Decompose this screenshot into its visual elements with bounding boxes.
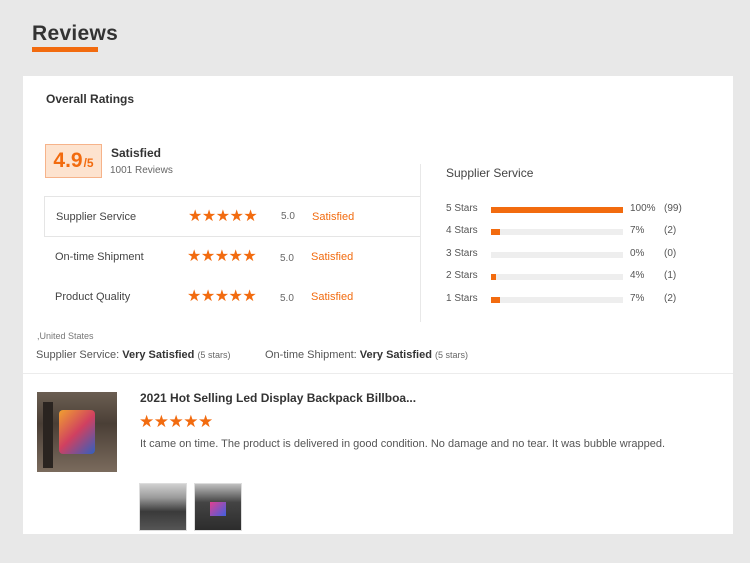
summary-value: Very Satisfied <box>122 349 195 361</box>
metric-status: Satisfied <box>311 291 354 303</box>
star-label: 1 Stars <box>446 293 478 304</box>
metric-status: Satisfied <box>311 251 354 263</box>
review-supplier-service-summary: Supplier Service: Very Satisfied (5 star… <box>36 349 230 361</box>
rating-metrics: Supplier Service ★★★★★ 5.0 Satisfied On-… <box>44 196 420 321</box>
star-percent: 4% <box>630 270 645 281</box>
metric-label: On-time Shipment <box>55 251 144 263</box>
review-shipment-summary: On-time Shipment: Very Satisfied (5 star… <box>265 349 468 361</box>
star-label: 5 Stars <box>446 203 478 214</box>
distribution-bar-fill <box>491 274 497 280</box>
star-distribution-row: 3 Stars 0% (0) <box>446 248 716 262</box>
star-distribution-row: 5 Stars 100% (99) <box>446 203 716 217</box>
star-count: (2) <box>664 225 677 236</box>
metric-score: 5.0 <box>280 293 294 304</box>
star-percent: 100% <box>630 203 656 214</box>
overall-score: 4.9 <box>53 149 83 172</box>
reviews-card: Overall Ratings 4.9 /5 Satisfied 1001 Re… <box>23 76 733 534</box>
reviewer-location: ,United States <box>37 331 94 341</box>
star-percent: 7% <box>630 225 645 236</box>
metric-score: 5.0 <box>280 253 294 264</box>
distribution-bar-fill <box>491 207 623 213</box>
review-text: It came on time. The product is delivere… <box>140 438 666 450</box>
star-percent: 7% <box>630 293 645 304</box>
metric-row-product-quality: Product Quality ★★★★★ 5.0 Satisfied <box>44 277 420 317</box>
review-star-rating-icon: ★★★★★ <box>139 412 213 431</box>
overall-score-suffix: /5 <box>83 156 94 170</box>
star-distribution-row: 1 Stars 7% (2) <box>446 293 716 307</box>
star-percent: 0% <box>630 248 645 259</box>
distribution-bar <box>491 252 623 258</box>
star-label: 3 Stars <box>446 248 478 259</box>
metric-row-on-time-shipment: On-time Shipment ★★★★★ 5.0 Satisfied <box>44 237 420 277</box>
metric-row-supplier-service: Supplier Service ★★★★★ 5.0 Satisfied <box>44 197 420 237</box>
summary-stars: (5 stars) <box>197 350 231 360</box>
column-divider <box>420 164 421 322</box>
metric-score: 5.0 <box>281 211 295 222</box>
star-label: 2 Stars <box>446 270 478 281</box>
star-label: 4 Stars <box>446 225 478 236</box>
star-count: (1) <box>664 270 677 281</box>
star-count: (99) <box>664 203 682 214</box>
summary-label: Supplier Service: <box>36 349 120 361</box>
review-photo[interactable] <box>139 483 187 531</box>
overall-ratings-title: Overall Ratings <box>46 92 135 106</box>
star-rating-icon: ★★★★★ <box>187 288 257 305</box>
page-title: Reviews <box>32 22 119 45</box>
distribution-bar <box>491 229 623 235</box>
review-photo[interactable] <box>194 483 242 531</box>
section-divider <box>23 373 733 374</box>
metric-label: Product Quality <box>55 291 131 303</box>
star-distribution-row: 4 Stars 7% (2) <box>446 225 716 239</box>
star-distribution-row: 2 Stars 4% (1) <box>446 270 716 284</box>
overall-score-badge: 4.9 /5 <box>45 144 102 178</box>
distribution-bar-fill <box>491 297 501 303</box>
overall-status: Satisfied <box>111 146 162 160</box>
reviews-count: 1001 Reviews <box>110 165 173 176</box>
distribution-bar <box>491 274 623 280</box>
distribution-bar <box>491 297 623 303</box>
star-rating-icon: ★★★★★ <box>187 248 257 265</box>
product-thumbnail[interactable] <box>37 392 117 472</box>
summary-stars: (5 stars) <box>434 350 468 360</box>
supplier-service-title: Supplier Service <box>446 166 534 180</box>
star-count: (2) <box>664 293 677 304</box>
star-count: (0) <box>664 248 677 259</box>
star-rating-icon: ★★★★★ <box>188 207 258 225</box>
metric-status: Satisfied <box>312 210 355 223</box>
title-underline <box>32 47 98 52</box>
metric-label: Supplier Service <box>56 210 137 223</box>
summary-value: Very Satisfied <box>359 349 432 361</box>
distribution-bar-fill <box>491 229 501 235</box>
review-product-title[interactable]: 2021 Hot Selling Led Display Backpack Bi… <box>140 391 416 405</box>
distribution-bar <box>491 207 623 213</box>
summary-label: On-time Shipment: <box>265 349 357 361</box>
